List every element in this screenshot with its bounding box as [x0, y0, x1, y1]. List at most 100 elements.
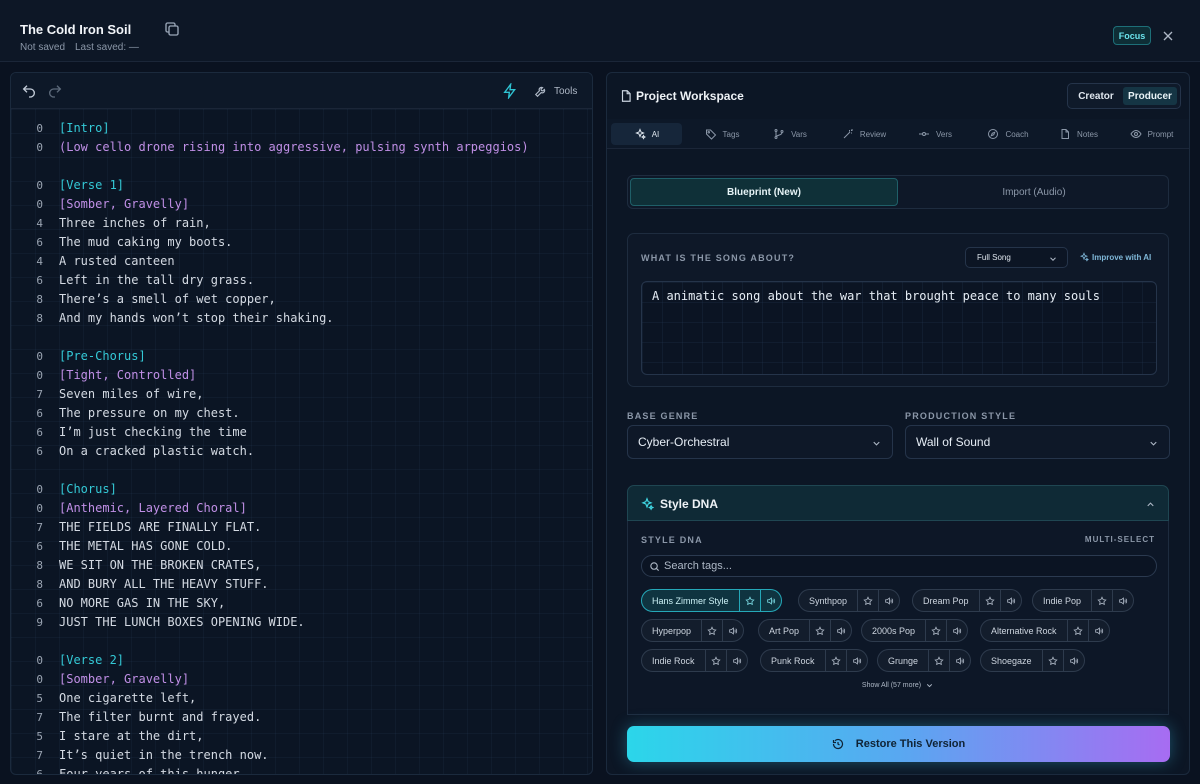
tag-name[interactable]: Hans Zimmer Style — [642, 590, 739, 611]
style-tag-chip[interactable]: Art Pop — [758, 619, 853, 642]
style-tag-chip[interactable]: 2000s Pop — [861, 619, 969, 642]
lyric-line[interactable]: 0 [Somber, Gravelly] — [11, 670, 592, 689]
lyric-line[interactable]: 0 [Verse 1] — [11, 176, 592, 195]
chevron-up-icon[interactable] — [1145, 499, 1156, 510]
lyric-line[interactable]: 8 And my hands won’t stop their shaking. — [11, 309, 592, 328]
favorite-button[interactable] — [1091, 590, 1112, 611]
lyric-line[interactable]: 6 The pressure on my chest. — [11, 404, 592, 423]
style-tag-chip[interactable]: Alternative Rock — [980, 619, 1110, 642]
tab-review[interactable]: Review — [835, 123, 893, 145]
lyric-line[interactable]: 6 Four years of this hunger — [11, 765, 592, 774]
style-tag-chip[interactable]: Punk Rock — [760, 649, 868, 672]
tag-name[interactable]: Punk Rock — [761, 650, 825, 671]
tag-name[interactable]: Grunge — [878, 650, 928, 671]
lyrics-area[interactable]: 0 [Intro] 0 (Low cello drone rising into ag… — [11, 109, 592, 774]
lyric-line[interactable]: 0 [Pre-Chorus] — [11, 347, 592, 366]
lyric-line[interactable]: 6 The mud caking my boots. — [11, 233, 592, 252]
lyric-line[interactable]: 7 It’s quiet in the trench now. — [11, 746, 592, 765]
tag-name[interactable]: Synthpop — [799, 590, 857, 611]
focus-button[interactable]: Focus — [1113, 26, 1151, 45]
preview-button[interactable] — [845, 650, 867, 671]
close-icon[interactable] — [1160, 28, 1176, 44]
lyric-line[interactable]: 6 Left in the tall dry grass. — [11, 271, 592, 290]
lyric-line[interactable]: 9 JUST THE LUNCH BOXES OPENING WIDE. — [11, 613, 592, 632]
lyric-line[interactable]: 5 One cigarette left, — [11, 689, 592, 708]
project-title[interactable]: The Cold Iron Soil — [20, 22, 131, 37]
preview-button[interactable] — [946, 620, 967, 641]
tab-tags[interactable]: Tags — [697, 123, 747, 145]
tag-name[interactable]: Alternative Rock — [981, 620, 1067, 641]
lyric-line[interactable]: 0 (Low cello drone rising into aggressive… — [11, 138, 592, 157]
lyric-line[interactable]: 6 NO MORE GAS IN THE SKY, — [11, 594, 592, 613]
copy-icon[interactable] — [163, 20, 181, 38]
tag-name[interactable]: Indie Rock — [642, 650, 705, 671]
style-dna-header[interactable]: Style DNA — [627, 485, 1169, 521]
base-genre-select[interactable]: Cyber-Orchestral — [627, 425, 893, 459]
favorite-button[interactable] — [704, 650, 726, 671]
preview-button[interactable] — [878, 590, 899, 611]
restore-version-button[interactable]: Restore This Version — [627, 726, 1170, 762]
lyric-line[interactable]: 4 Three inches of rain, — [11, 214, 592, 233]
preview-button[interactable] — [999, 590, 1021, 611]
lyric-line[interactable]: 0 [Intro] — [11, 119, 592, 138]
style-tag-chip[interactable]: Shoegaze — [980, 649, 1085, 672]
lyric-line[interactable]: 0 [Verse 2] — [11, 651, 592, 670]
preview-button[interactable] — [1062, 650, 1084, 671]
tab-prompt[interactable]: Prompt — [1124, 123, 1179, 145]
preview-button[interactable] — [949, 650, 970, 671]
lyric-line[interactable]: 6 On a cracked plastic watch. — [11, 442, 592, 461]
favorite-button[interactable] — [1066, 620, 1088, 641]
preview-button[interactable] — [1112, 590, 1133, 611]
preview-button[interactable] — [722, 620, 743, 641]
style-tag-chip[interactable]: Indie Rock — [641, 649, 748, 672]
producer-mode-button[interactable]: Producer — [1123, 87, 1177, 105]
redo-icon[interactable] — [47, 83, 63, 99]
tag-name[interactable]: Shoegaze — [981, 650, 1042, 671]
favorite-button[interactable] — [738, 590, 760, 611]
lyric-line[interactable]: 0 [Chorus] — [11, 480, 592, 499]
import-audio-tab[interactable]: Import (Audio) — [900, 178, 1168, 206]
show-all-button[interactable]: Show All (57 more) — [628, 681, 1168, 690]
tag-name[interactable]: Indie Pop — [1033, 590, 1091, 611]
blank-line[interactable] — [11, 328, 592, 347]
lyric-line[interactable]: 6 I’m just checking the time — [11, 423, 592, 442]
song-about-input[interactable]: A animatic song about the war that broug… — [641, 281, 1157, 375]
blank-line[interactable] — [11, 157, 592, 176]
tab-vars[interactable]: Vars — [767, 123, 813, 145]
lyric-line[interactable]: 5 I stare at the dirt, — [11, 727, 592, 746]
style-tag-chip[interactable]: Grunge — [877, 649, 972, 672]
blank-line[interactable] — [11, 632, 592, 651]
tab-coach[interactable]: Coach — [981, 123, 1035, 145]
lyric-line[interactable]: 0 [Tight, Controlled] — [11, 366, 592, 385]
blueprint-new-tab[interactable]: Blueprint (New) — [630, 178, 898, 206]
favorite-button[interactable] — [928, 650, 949, 671]
favorite-button[interactable] — [701, 620, 722, 641]
lyric-line[interactable]: 7 The filter burnt and frayed. — [11, 708, 592, 727]
scope-select[interactable]: Full Song — [965, 247, 1068, 268]
style-tag-chip[interactable]: Hyperpop — [641, 619, 745, 642]
lyric-line[interactable]: 4 A rusted canteen — [11, 252, 592, 271]
favorite-button[interactable] — [824, 650, 846, 671]
creator-mode-button[interactable]: Creator — [1071, 87, 1121, 105]
tab-vers[interactable]: Vers — [914, 123, 956, 145]
blank-line[interactable] — [11, 461, 592, 480]
lyric-line[interactable]: 6 THE METAL HAS GONE COLD. — [11, 537, 592, 556]
style-tag-chip[interactable]: Synthpop — [798, 589, 901, 612]
undo-icon[interactable] — [21, 83, 37, 99]
tag-search-input[interactable]: Search tags... — [641, 555, 1157, 577]
tab-ai[interactable]: AI — [611, 123, 682, 145]
preview-button[interactable] — [1087, 620, 1109, 641]
lyric-line[interactable]: 0 [Anthemic, Layered Choral] — [11, 499, 592, 518]
style-tag-chip[interactable]: Dream Pop — [912, 589, 1022, 612]
favorite-button[interactable] — [1041, 650, 1063, 671]
preview-button[interactable] — [759, 590, 781, 611]
tools-button[interactable]: Tools — [534, 83, 577, 99]
favorite-button[interactable] — [857, 590, 878, 611]
lyric-line[interactable]: 8 There’s a smell of wet copper, — [11, 290, 592, 309]
style-tag-chip[interactable]: Indie Pop — [1032, 589, 1135, 612]
tag-name[interactable]: Art Pop — [759, 620, 809, 641]
lyric-line[interactable]: 0 [Somber, Gravelly] — [11, 195, 592, 214]
tag-name[interactable]: Hyperpop — [642, 620, 701, 641]
favorite-button[interactable] — [925, 620, 946, 641]
improve-with-ai-button[interactable]: Improve with AI — [1079, 252, 1151, 262]
